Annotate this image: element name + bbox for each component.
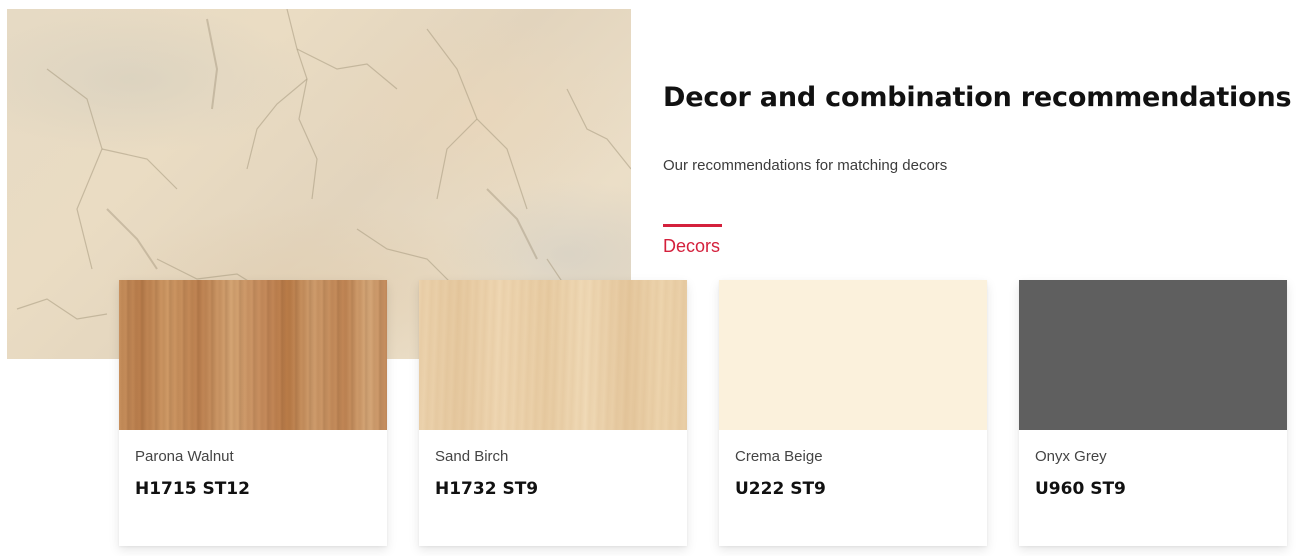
decor-name: Onyx Grey (1035, 448, 1107, 465)
decor-code: H1732 ST9 (435, 479, 539, 499)
decor-name: Crema Beige (735, 448, 823, 465)
section-title: Decor and combination recommendations (663, 82, 1292, 113)
decor-swatch-image (419, 280, 687, 430)
decor-code: U222 ST9 (735, 479, 826, 499)
section-subtitle: Our recommendations for matching decors (663, 157, 948, 174)
decor-code: H1715 ST12 (135, 479, 250, 499)
decor-name: Parona Walnut (135, 448, 234, 465)
decor-name: Sand Birch (435, 448, 509, 465)
decor-card-onyx-grey[interactable]: Onyx Grey U960 ST9 (1019, 280, 1287, 546)
tab-decors[interactable]: Decors (663, 224, 722, 257)
decor-code: U960 ST9 (1035, 479, 1126, 499)
decor-card-sand-birch[interactable]: Sand Birch H1732 ST9 (419, 280, 687, 546)
decor-swatch-image (119, 280, 387, 430)
decor-swatch-image (1019, 280, 1287, 430)
decor-card-parona-walnut[interactable]: Parona Walnut H1715 ST12 (119, 280, 387, 546)
decor-card-crema-beige[interactable]: Crema Beige U222 ST9 (719, 280, 987, 546)
decor-card-list: Parona Walnut H1715 ST12 Sand Birch H173… (119, 280, 1287, 546)
decor-swatch-image (719, 280, 987, 430)
